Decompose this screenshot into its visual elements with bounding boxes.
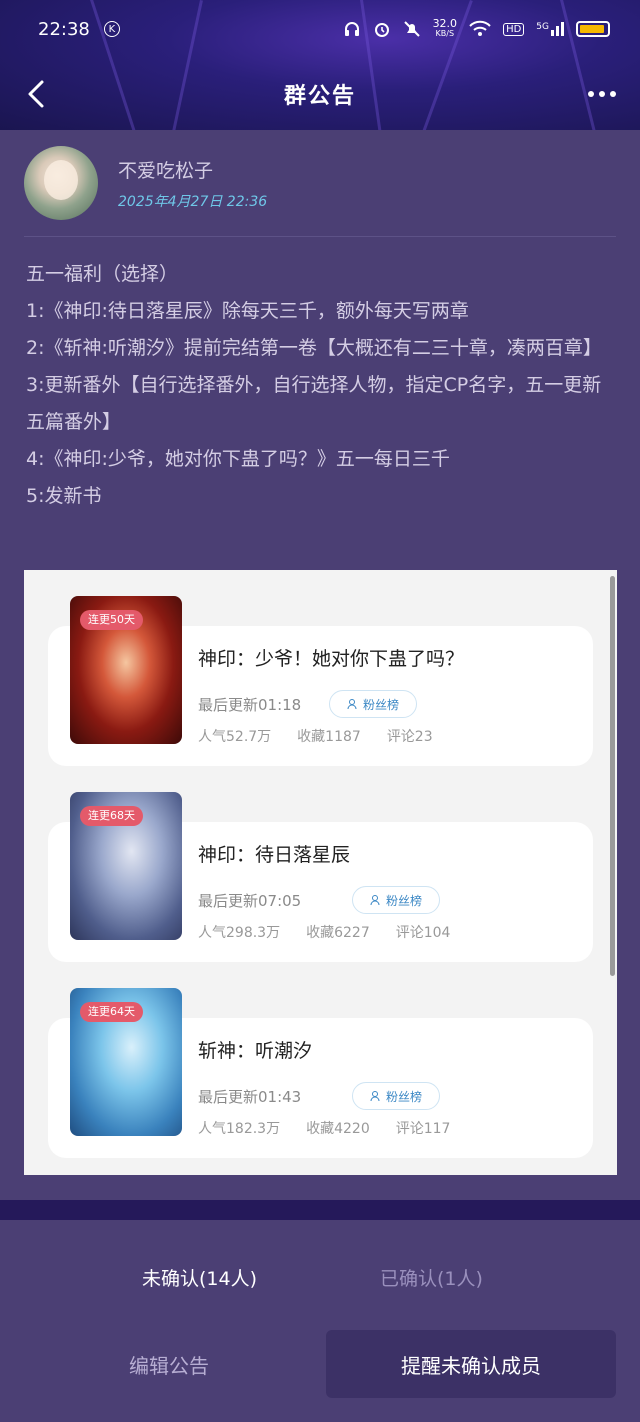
announcement-line: 5:发新书 (26, 485, 102, 507)
more-dot-icon (588, 91, 594, 97)
announcement-body: 五一福利（选择） 1:《神印:待日落星辰》除每天三千，额外每天写两章 2:《斩神… (26, 256, 606, 515)
book-cover: 连更68天 (70, 792, 182, 940)
k-badge-icon: K (103, 21, 120, 37)
book-stats: 人气182.3万 收藏4220 评论117 (198, 1121, 451, 1137)
back-button[interactable] (18, 76, 54, 112)
author-header: 不爱吃松子 2025年4月27日 22:36 (24, 146, 616, 236)
net-speed: 32.0 KB/S (432, 17, 458, 38)
signal-icon: 5G (536, 22, 564, 36)
streak-badge: 连更64天 (80, 1002, 143, 1022)
more-dot-icon (599, 91, 605, 97)
alarm-icon (374, 23, 389, 37)
announcement-line: 4:《神印:少爷，她对你下蛊了吗？》五一每日三千 (26, 448, 450, 470)
fan-rank-button[interactable]: 粉丝榜 (352, 886, 440, 914)
book-cover: 连更50天 (70, 596, 182, 744)
chevron-left-icon (28, 80, 44, 108)
battery-icon (576, 21, 610, 37)
book-title: 神印：少爷！她对你下蛊了吗？ (198, 648, 465, 670)
scrollbar (610, 576, 615, 976)
bottom-divider-band (0, 1200, 640, 1220)
user-icon (347, 699, 357, 710)
user-icon (370, 1091, 380, 1102)
announcement-line: 3:更新番外【自行选择番外，自行选择人物，指定CP名字，五一更新五篇番外】 (26, 374, 602, 433)
author-info: 不爱吃松子 2025年4月27日 22:36 (118, 156, 267, 211)
status-bar: 22:38 K 32.0 KB/S HD 5G (0, 0, 640, 58)
wifi-icon (469, 20, 491, 36)
announcement-line: 2:《斩神:听潮汐》提前完结第一卷【大概还有二三十章，凑两百章】 (26, 337, 602, 359)
mute-icon (403, 21, 420, 37)
announcement-line: 五一福利（选择） (26, 263, 179, 285)
book-last-update: 最后更新01:43 (198, 1088, 302, 1106)
hd-icon: HD (503, 22, 525, 36)
book-title: 神印：待日落星辰 (198, 844, 351, 866)
status-time: 22:38 (38, 18, 90, 40)
user-icon (370, 895, 380, 906)
book-stats: 人气298.3万 收藏6227 评论104 (198, 925, 451, 941)
book-last-update: 最后更新01:18 (198, 696, 302, 714)
tab-confirmed[interactable]: 已确认(1人) (380, 1264, 483, 1291)
post-timestamp: 2025年4月27日 22:36 (118, 194, 268, 210)
fan-rank-button[interactable]: 粉丝榜 (329, 690, 417, 718)
announcement-image[interactable]: 连更50天 神印：少爷！她对你下蛊了吗？ 最后更新01:18 粉丝榜 人气52.… (24, 570, 617, 1175)
author-name: 不爱吃松子 (118, 160, 214, 182)
streak-badge: 连更68天 (80, 806, 143, 826)
edit-announcement-button[interactable]: 编辑公告 (24, 1330, 314, 1398)
more-button[interactable] (584, 80, 620, 108)
book-cover: 连更64天 (70, 988, 182, 1136)
announcement-line: 1:《神印:待日落星辰》除每天三千，额外每天写两章 (26, 300, 469, 322)
book-stats: 人气52.7万 收藏1187 评论23 (198, 729, 433, 745)
divider (24, 236, 616, 237)
streak-badge: 连更50天 (80, 610, 143, 630)
book-title: 斩神：听潮汐 (198, 1040, 313, 1062)
page-title: 群公告 (283, 84, 356, 109)
nav-bar: 群公告 (0, 58, 640, 130)
tab-unconfirmed[interactable]: 未确认(14人) (142, 1264, 257, 1291)
remind-unconfirmed-button[interactable]: 提醒未确认成员 (326, 1330, 616, 1398)
more-dot-icon (610, 91, 616, 97)
headphones-icon (344, 22, 359, 36)
fan-rank-button[interactable]: 粉丝榜 (352, 1082, 440, 1110)
avatar[interactable] (24, 146, 98, 220)
book-last-update: 最后更新07:05 (198, 892, 302, 910)
